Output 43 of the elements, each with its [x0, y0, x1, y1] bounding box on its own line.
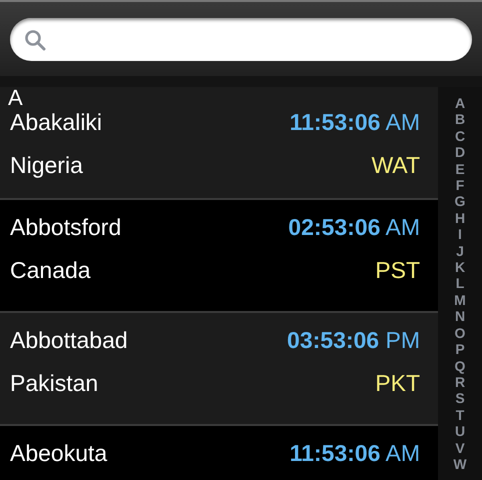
index-letter[interactable]: P	[455, 341, 465, 358]
index-letter[interactable]: T	[456, 406, 464, 424]
index-letter[interactable]: J	[456, 242, 464, 260]
index-letter[interactable]: F	[456, 177, 464, 194]
time-text: 11:53:06 AM	[290, 109, 420, 136]
index-letter[interactable]: M	[454, 292, 466, 308]
index-letter[interactable]: D	[454, 144, 466, 161]
index-letter[interactable]: A	[454, 95, 466, 112]
index-letter[interactable]: G	[454, 193, 466, 210]
index-letter[interactable]: E	[455, 160, 465, 178]
index-letter[interactable]: O	[454, 324, 466, 342]
city-name: Abakaliki	[10, 109, 102, 136]
index-letter[interactable]: W	[453, 456, 467, 472]
index-letter[interactable]: Q	[454, 358, 466, 374]
index-letter[interactable]: S	[455, 390, 465, 407]
country-name: Nigeria	[10, 152, 83, 179]
timezone-abbreviation: PKT	[375, 370, 420, 397]
city-row[interactable]: Abbottabad 03:53:06 PM Pakistan PKT	[0, 313, 438, 426]
timezone-abbreviation: WAT	[371, 152, 420, 179]
index-letter[interactable]: L	[456, 275, 464, 292]
index-letter[interactable]: H	[454, 210, 466, 226]
time-text: 11:53:06 AM	[290, 440, 420, 467]
index-letter[interactable]: K	[454, 259, 466, 276]
index-letter[interactable]: C	[454, 128, 466, 144]
city-name: Abbotsford	[10, 214, 122, 241]
index-letter[interactable]: U	[454, 423, 466, 440]
city-name: Abbottabad	[10, 327, 128, 354]
time-text: 03:53:06 PM	[287, 327, 420, 354]
index-letter[interactable]: V	[455, 440, 465, 456]
city-row[interactable]: Abeokuta 11:53:06 AM	[0, 426, 438, 480]
search-field[interactable]	[10, 18, 472, 61]
country-name: Canada	[10, 257, 91, 284]
city-row[interactable]: Abbotsford 02:53:06 AM Canada PST	[0, 200, 438, 313]
city-name: Abeokuta	[10, 440, 108, 467]
country-name: Pakistan	[10, 370, 98, 397]
section-header: A	[8, 87, 23, 109]
index-letter[interactable]: N	[454, 308, 466, 325]
time-text: 02:53:06 AM	[288, 214, 420, 241]
search-icon	[24, 28, 46, 50]
timezone-abbreviation: PST	[375, 257, 420, 284]
index-letter[interactable]: R	[454, 374, 466, 390]
index-letter[interactable]: I	[458, 226, 462, 243]
index-letter[interactable]: B	[454, 111, 466, 128]
